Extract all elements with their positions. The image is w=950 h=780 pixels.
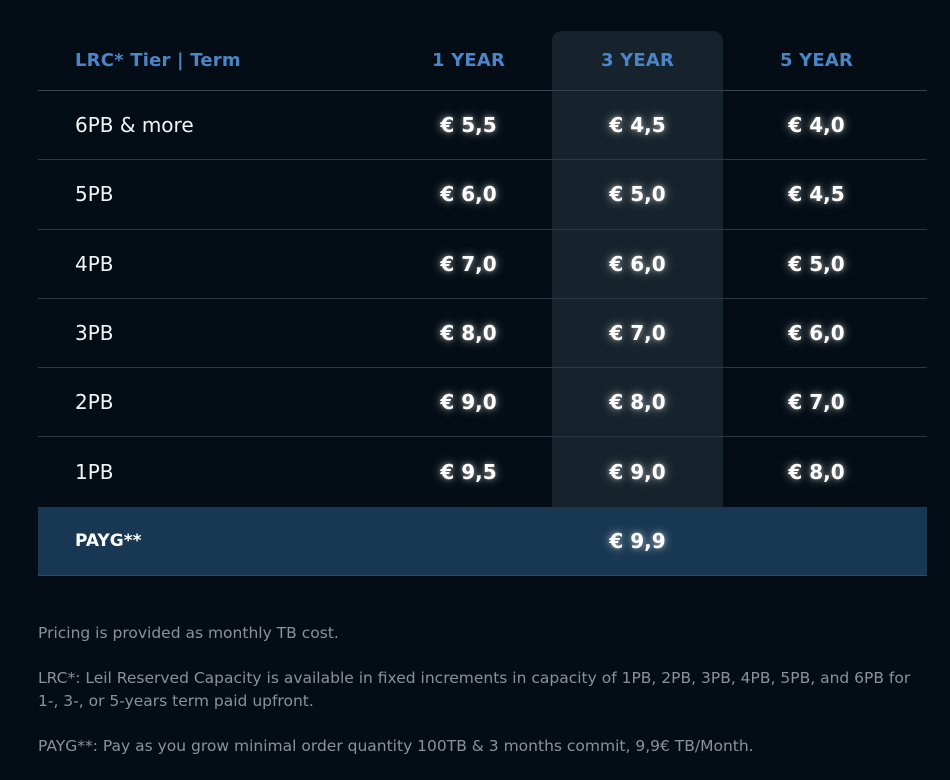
note-lrc: LRC*: Leil Reserved Capacity is availabl… [38,669,911,710]
price-1-year: € 5,5 [440,113,497,138]
price-5-year: € 4,5 [788,182,845,207]
price-3-year: € 6,0 [609,251,666,276]
note-payg: PAYG**: Pay as you grow minimal order qu… [38,737,754,755]
table-header-row: LRC* Tier | Term 1 YEAR 3 YEAR 5 YEAR [38,31,927,91]
price-5-year: € 4,0 [788,113,845,138]
tier-label: 1PB [75,460,114,485]
price-5-year: € 6,0 [788,321,845,346]
pricing-table: LRC* Tier | Term 1 YEAR 3 YEAR 5 YEAR 6P… [38,31,927,507]
price-5-year: € 7,0 [788,390,845,415]
table-row: 4PB € 7,0 € 6,0 € 5,0 [38,230,927,299]
payg-price: € 9,9 [609,529,666,553]
tier-label: 6PB & more [75,113,194,138]
table-row: 6PB & more € 5,5 € 4,5 € 4,0 [38,91,927,161]
price-3-year: € 4,5 [609,113,666,138]
price-5-year: € 5,0 [788,251,845,276]
header-1-year: 1 YEAR [431,50,506,71]
header-3-year: 3 YEAR [600,50,675,71]
note-pricing: Pricing is provided as monthly TB cost. [38,624,339,642]
price-3-year: € 5,0 [609,182,666,207]
price-1-year: € 8,0 [440,321,497,346]
pricing-notes: Pricing is provided as monthly TB cost. … [38,622,918,780]
price-3-year: € 7,0 [609,321,666,346]
price-1-year: € 9,0 [440,390,497,415]
payg-label: PAYG** [75,531,142,551]
header-5-year: 5 YEAR [779,50,854,71]
payg-row: PAYG** € 9,9 [38,507,927,576]
tier-label: 2PB [75,390,114,415]
price-1-year: € 9,5 [440,460,497,485]
price-3-year: € 8,0 [609,390,666,415]
tier-label: 4PB [75,251,114,276]
tier-label: 5PB [75,182,114,207]
header-tier-term: LRC* Tier | Term [75,50,241,71]
table-row: 3PB € 8,0 € 7,0 € 6,0 [38,299,927,369]
table-row: 1PB € 9,5 € 9,0 € 8,0 [38,437,927,506]
table-row: 5PB € 6,0 € 5,0 € 4,5 [38,160,927,230]
price-1-year: € 6,0 [440,182,497,207]
price-5-year: € 8,0 [788,460,845,485]
tier-label: 3PB [75,321,114,346]
price-1-year: € 7,0 [440,251,497,276]
table-row: 2PB € 9,0 € 8,0 € 7,0 [38,368,927,438]
price-3-year: € 9,0 [609,460,666,485]
